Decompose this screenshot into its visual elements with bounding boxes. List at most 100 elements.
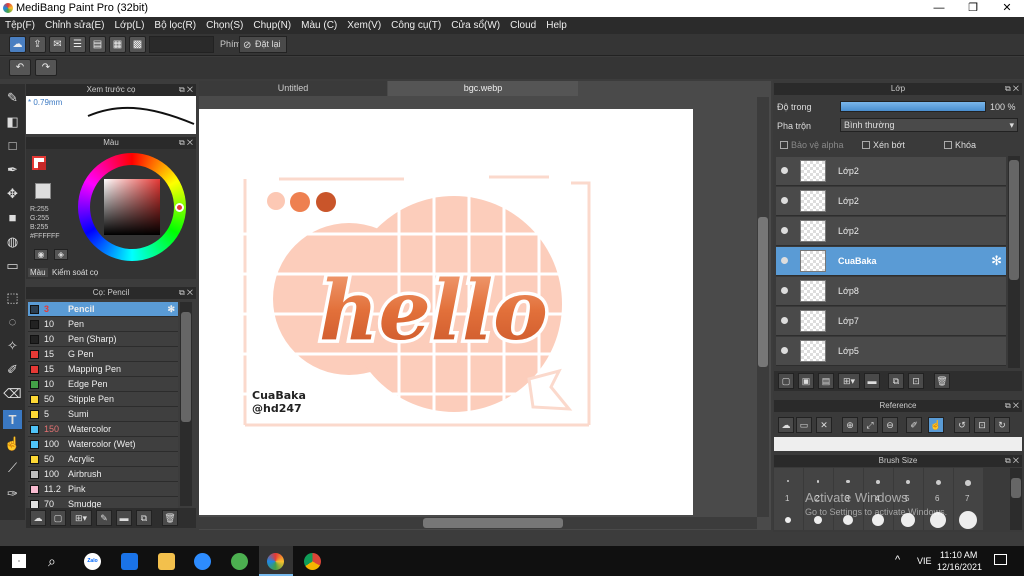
new-brush-icon[interactable]: ▢: [50, 510, 66, 526]
eye-icon[interactable]: [781, 287, 788, 294]
doc-tab-untitled[interactable]: Untitled: [199, 81, 387, 96]
rect-tool-icon[interactable]: □: [3, 136, 22, 155]
start-windows-icon[interactable]: [12, 554, 26, 568]
menu-layer[interactable]: Lớp(L): [110, 17, 150, 31]
brush-item[interactable]: 5 Sumi: [28, 407, 178, 422]
trash-icon[interactable]: 🗑: [162, 510, 178, 526]
swap-icon[interactable]: ◈: [54, 249, 68, 260]
menu-window[interactable]: Cửa sổ(W): [446, 17, 505, 31]
menu-color[interactable]: Màu (C): [296, 17, 342, 31]
brush-item[interactable]: 100 Watercolor (Wet): [28, 437, 178, 452]
new-layer-1bit-icon[interactable]: ▤: [818, 373, 834, 389]
brush-tool-icon[interactable]: ✎: [3, 88, 22, 107]
saturation-square[interactable]: [104, 179, 160, 235]
new-layer-8bit-icon[interactable]: ▣: [798, 373, 814, 389]
layer-folder-icon[interactable]: ▬: [864, 373, 880, 389]
select-pen-icon[interactable]: ✐: [3, 360, 22, 379]
canvas-vscroll[interactable]: [757, 97, 769, 517]
merge-layer-icon[interactable]: ⊡: [908, 373, 924, 389]
brush-item[interactable]: 15 Mapping Pen: [28, 362, 178, 377]
menu-tools[interactable]: Công cụ(T): [386, 17, 446, 31]
redo-icon[interactable]: ↷: [35, 59, 57, 76]
layer-scroll-thumb[interactable]: [1009, 160, 1019, 280]
eye-icon[interactable]: [781, 167, 788, 174]
scroll-thumb[interactable]: [181, 312, 191, 422]
eye-icon[interactable]: [781, 347, 788, 354]
eye-icon[interactable]: [781, 317, 788, 324]
duplicate-icon[interactable]: ⧉: [136, 510, 152, 526]
store-icon[interactable]: [121, 553, 138, 570]
zoom-icon[interactable]: [194, 553, 211, 570]
pen-tool-icon[interactable]: ✒: [3, 160, 22, 179]
brush-item[interactable]: 11.2 Pink: [28, 482, 178, 497]
app-green-icon[interactable]: [231, 553, 248, 570]
grid-icon[interactable]: ▦: [109, 36, 126, 53]
zalo-icon[interactable]: Zalo: [84, 553, 101, 570]
undo-icon[interactable]: ↶: [9, 59, 31, 76]
layer-row[interactable]: Lớp7: [776, 307, 1006, 336]
comment-icon[interactable]: ✉: [49, 36, 66, 53]
notification-icon[interactable]: [994, 554, 1007, 565]
layer-row[interactable]: CuaBaka ✻: [776, 247, 1006, 276]
brush-item[interactable]: 15 G Pen: [28, 347, 178, 362]
eye-icon[interactable]: [781, 257, 788, 264]
brush-size-cell[interactable]: 7: [954, 468, 983, 530]
hue-handle[interactable]: [175, 203, 184, 212]
fill-rect-tool-icon[interactable]: ■: [3, 208, 22, 227]
hue-ring[interactable]: [78, 153, 186, 261]
select-eraser-icon[interactable]: ⌫: [3, 384, 22, 403]
brush-size-cell[interactable]: 1: [774, 468, 803, 530]
menu-cloud[interactable]: Cloud: [505, 17, 541, 31]
transparent-swatch[interactable]: [35, 183, 51, 199]
brush-item[interactable]: 10 Pen (Sharp): [28, 332, 178, 347]
reset-button[interactable]: ⊘ Đặt lại: [239, 36, 287, 53]
clock-time[interactable]: 11:10 AM: [940, 550, 977, 560]
medibang-taskbar-item[interactable]: [259, 546, 293, 576]
brush-item[interactable]: 100 Airbrush: [28, 467, 178, 482]
search-icon[interactable]: ⌕: [48, 553, 56, 570]
magic-wand-icon[interactable]: ✧: [3, 336, 22, 355]
brush-item[interactable]: 50 Acrylic: [28, 452, 178, 467]
text-tool-icon[interactable]: T: [3, 410, 22, 429]
protect-alpha-check[interactable]: Bảo vệ alpha: [780, 140, 844, 150]
tab-brush-control[interactable]: Kiểm soát cọ: [52, 268, 98, 277]
layer-row[interactable]: Lớp2: [776, 187, 1006, 216]
secondary-color-swatch[interactable]: [38, 162, 46, 170]
cloud-brush-icon[interactable]: ☁: [30, 510, 46, 526]
panel-close-icon[interactable]: ⧉ ✕: [1005, 455, 1019, 467]
eyedropper-icon[interactable]: ⟋: [3, 458, 22, 477]
bucket-tool-icon[interactable]: ◍: [3, 232, 22, 251]
menu-edit[interactable]: Chỉnh sửa(E): [40, 17, 110, 31]
layer-row[interactable]: Lớp8: [776, 277, 1006, 306]
blend-select[interactable]: Bình thường ▾: [840, 118, 1018, 132]
brush-item[interactable]: 150 Watercolor: [28, 422, 178, 437]
vscroll-thumb[interactable]: [758, 217, 768, 367]
menu-view[interactable]: Xem(V): [342, 17, 386, 31]
gear-icon[interactable]: ✻: [991, 253, 1002, 269]
menu-select[interactable]: Chọn(S): [201, 17, 248, 31]
move-tool-icon[interactable]: ✥: [3, 184, 22, 203]
ref-cloud-icon[interactable]: ☁: [778, 417, 794, 433]
ref-fit-icon[interactable]: ⤢: [862, 417, 878, 433]
page-icon[interactable]: ▤: [89, 36, 106, 53]
hscroll-thumb[interactable]: [423, 518, 563, 528]
panel-close-icon[interactable]: ⧉ ✕: [179, 287, 193, 299]
artwork-canvas[interactable]: hello hello CuaBaka @hd247: [199, 109, 693, 515]
tray-chevron-up-icon[interactable]: ^: [895, 554, 900, 566]
share-icon[interactable]: ⇪: [29, 36, 46, 53]
language-indicator[interactable]: VIE: [917, 556, 932, 566]
lasso-tool-icon[interactable]: ◌: [3, 312, 22, 331]
canvas-hscroll[interactable]: [199, 517, 757, 529]
menu-help[interactable]: Help: [541, 17, 572, 31]
folder-icon[interactable]: ▬: [116, 510, 132, 526]
panel-close-icon[interactable]: ⧉ ✕: [1005, 400, 1019, 412]
ref-close-icon[interactable]: ✕: [816, 417, 832, 433]
brush-item[interactable]: 10 Pen: [28, 317, 178, 332]
panel-icon[interactable]: ▩: [129, 36, 146, 53]
menu-capture[interactable]: Chụp(N): [248, 17, 296, 31]
dropper-tool-icon[interactable]: ✑: [3, 484, 22, 503]
clock-date[interactable]: 12/16/2021: [937, 562, 982, 572]
chrome-icon[interactable]: [304, 553, 321, 570]
delete-layer-icon[interactable]: 🗑: [934, 373, 950, 389]
lock-check[interactable]: Khóa: [944, 140, 976, 150]
